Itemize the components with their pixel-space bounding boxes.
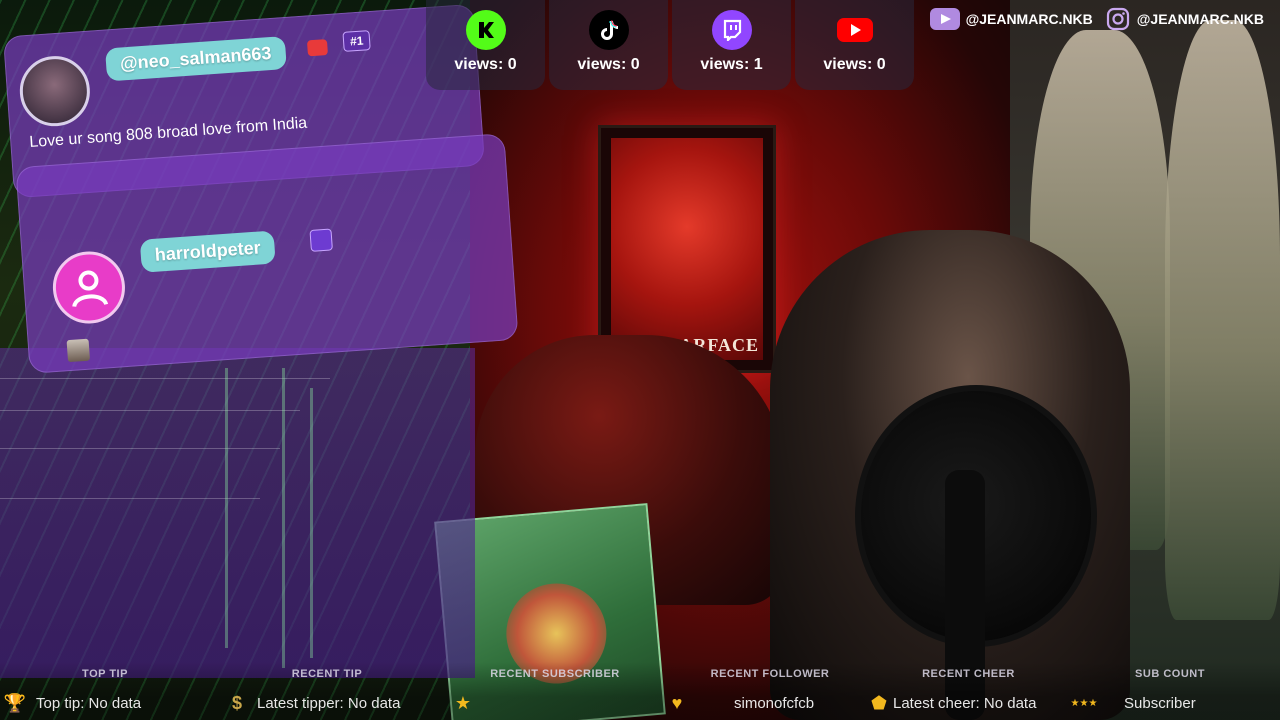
ticker-value: Latest cheer: No data: [893, 695, 1037, 712]
ticker-recent-cheer: RECENT CHEER ⬟ Latest cheer: No data: [866, 668, 1071, 718]
heart-icon: ♥: [671, 692, 683, 713]
dollar-icon: $: [231, 692, 242, 713]
ticker-value: Latest tipper: No data: [257, 695, 401, 712]
cardboard-cutout-right: [1165, 20, 1280, 620]
avatar: [17, 53, 93, 129]
platform-views-bar: views: 0 views: 0 views: 1 views: 0: [426, 0, 914, 90]
ticker-recent-follower: RECENT FOLLOWER ♥ simonofcfcb: [665, 668, 875, 718]
ticker-title: RECENT TIP: [291, 668, 363, 680]
twitch-icon: [712, 10, 752, 50]
stream-ticker-bar: TOP TIP 🏆 Top tip: No data RECENT TIP $ …: [0, 662, 1280, 720]
twitch-badge-icon: [309, 228, 333, 252]
kick-icon: [466, 10, 506, 50]
ticker-title: SUB COUNT: [1135, 668, 1205, 680]
view-count-label: views: 0: [823, 56, 886, 73]
daw-screen-overlay: [0, 348, 475, 678]
ticker-title: RECENT SUBSCRIBER: [490, 668, 620, 680]
chat-message-card: harroldpeter: [15, 133, 519, 374]
youtube-badge-icon: [306, 39, 328, 57]
ticker-top-tip: TOP TIP 🏆 Top tip: No data: [0, 668, 210, 718]
ticker-title: RECENT FOLLOWER: [710, 668, 830, 680]
view-counter-twitch: views: 1: [672, 0, 791, 90]
view-count-label: views: 0: [454, 56, 517, 73]
ticker-title: TOP TIP: [82, 668, 128, 680]
chat-username: harroldpeter: [139, 230, 276, 273]
gem-icon: ⬟: [871, 692, 887, 713]
default-user-avatar-icon: [50, 249, 128, 326]
view-counter-tiktok: views: 0: [549, 0, 668, 90]
crown-badge-icon: #1: [342, 30, 372, 52]
instagram-handle: @JEANMARC.NKB: [1136, 11, 1264, 27]
youtube-icon: [835, 10, 875, 50]
ticker-sub-count: SUB COUNT ★★★ Subscriber: [1070, 668, 1270, 718]
ticker-recent-tip: RECENT TIP $ Latest tipper: No data: [222, 668, 432, 718]
ticker-value: Top tip: No data: [36, 695, 142, 712]
view-counter-youtube: views: 0: [795, 0, 914, 90]
ticker-value: Subscriber: [1124, 695, 1196, 712]
instagram-icon: [1105, 7, 1131, 31]
star-icon: ★: [454, 692, 472, 713]
ticker-recent-subscriber: RECENT SUBSCRIBER ★: [450, 668, 660, 718]
youtube-handle: @JEANMARC.NKB: [965, 11, 1093, 27]
view-count-label: views: 0: [577, 56, 640, 73]
ticker-title: RECENT CHEER: [922, 668, 1015, 680]
social-handles: @JEANMARC.NKB @JEANMARC.NKB: [929, 7, 1270, 31]
youtube-icon: [929, 8, 960, 30]
view-count-label: views: 1: [700, 56, 763, 73]
emote-icon: [66, 338, 91, 363]
stars-icon: ★★★: [1070, 697, 1098, 709]
tiktok-icon: [589, 10, 629, 50]
ticker-value: simonofcfcb: [734, 695, 815, 712]
view-counter-kick: views: 0: [426, 0, 545, 90]
trophy-icon: 🏆: [3, 692, 27, 713]
chat-username: @neo_salman663: [105, 36, 287, 82]
